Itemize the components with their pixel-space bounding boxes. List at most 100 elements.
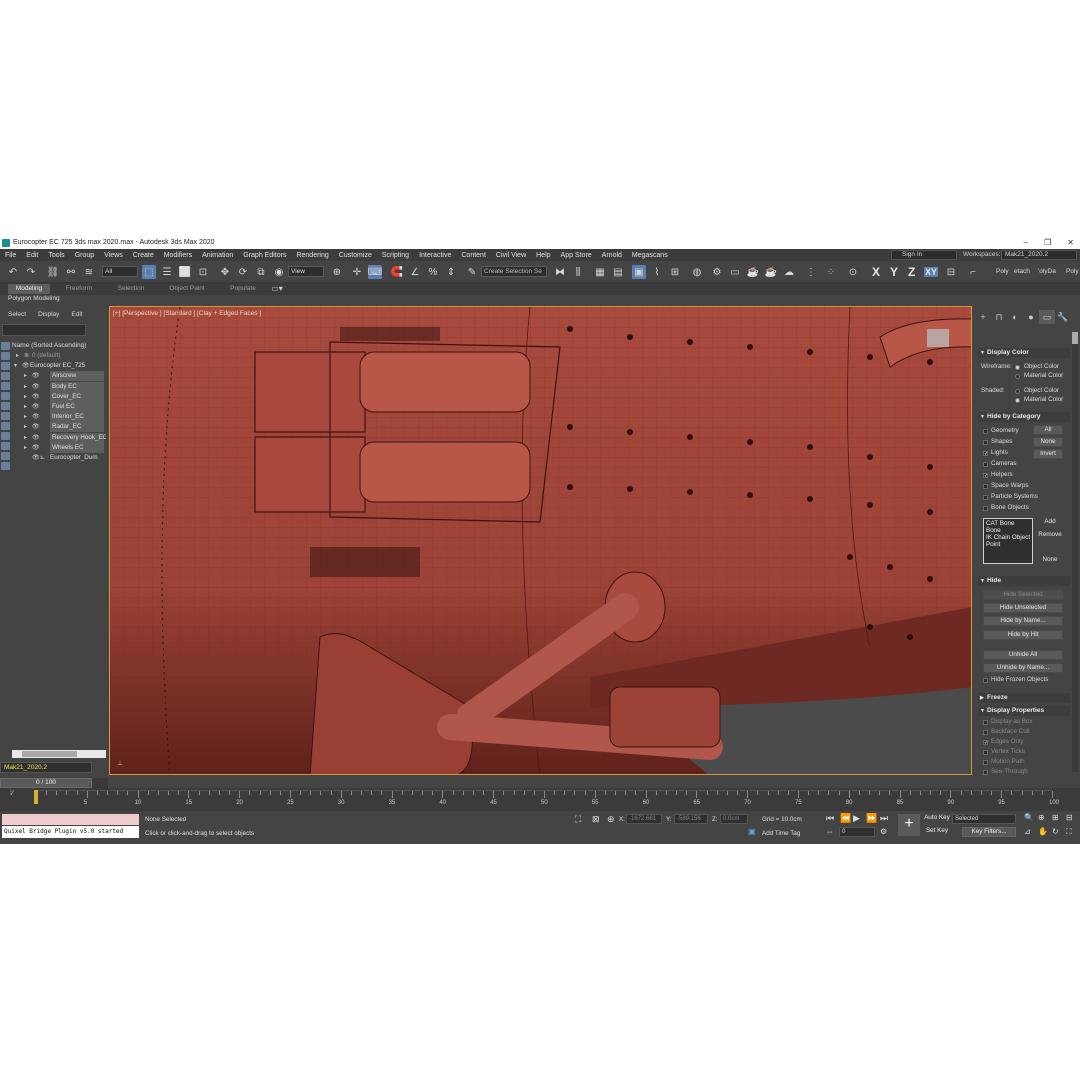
shaded-object-color-radio[interactable] [1015, 389, 1020, 394]
eye-icon[interactable]: 👁 [32, 382, 40, 392]
menu-civil-view[interactable]: Civil View [491, 252, 531, 259]
shaded-material-color-radio[interactable] [1015, 398, 1020, 403]
tab-freeform[interactable]: Freeform [58, 284, 100, 294]
unlink-icon[interactable]: ⚯ [64, 265, 78, 279]
tab-selection[interactable]: Selection [110, 284, 152, 294]
geometry-checkbox[interactable] [983, 429, 988, 434]
selection-filter-dropdown[interactable]: All [102, 266, 138, 277]
select-scale-icon[interactable]: ⧉ [254, 265, 268, 279]
display-lights-icon[interactable] [1, 372, 10, 380]
zoom-extents-all-icon[interactable]: ⊟ [1066, 813, 1073, 822]
previous-frame-icon[interactable]: ⏪ [840, 813, 851, 824]
explorer-menu-select[interactable]: Select [0, 311, 30, 321]
play-icon[interactable]: ▶ [853, 813, 860, 824]
menu-tools[interactable]: Tools [43, 252, 69, 259]
expand-icon[interactable]: ▸ [24, 382, 27, 392]
zoom-all-icon[interactable]: ⊕ [1038, 813, 1045, 822]
tree-row[interactable]: ▸ 👁 Body EC [12, 381, 106, 392]
viewport-label-menu[interactable]: [+] [Perspective ] [Standard ] [Clay + E… [113, 310, 261, 317]
curve-editor-icon[interactable]: ⌇ [650, 265, 664, 279]
go-to-end-icon[interactable]: ⏭ [880, 813, 888, 824]
toggle-ribbon-icon[interactable]: ▣ [632, 265, 646, 279]
toggle-scene-explorer-icon[interactable]: ▦ [593, 265, 607, 279]
sign-in-dropdown[interactable]: Sign In [891, 250, 957, 260]
lights-checkbox[interactable]: ✓ [983, 451, 988, 457]
display-bones-icon[interactable] [1, 432, 10, 440]
cameras-checkbox[interactable] [983, 462, 988, 467]
constrain-xy-button[interactable]: XY [924, 267, 939, 277]
tree-row[interactable]: ▸ 👁 Recovery Hook_EC [12, 432, 106, 443]
expand-icon[interactable]: ▸ [24, 412, 27, 422]
viewcube-icon[interactable] [927, 329, 949, 347]
minimize-button[interactable]: – [1024, 238, 1028, 247]
particle-systems-checkbox[interactable] [983, 495, 988, 500]
expand-icon[interactable]: ▸ [24, 443, 27, 453]
unhide-by-name-button[interactable]: Unhide by Name... [983, 663, 1063, 673]
display-as-box-checkbox[interactable] [983, 720, 988, 725]
orbit-icon[interactable]: ↻ [1052, 827, 1059, 836]
hierarchy-panel-tab[interactable]: ◐ [1007, 310, 1023, 324]
backface-cull-checkbox[interactable] [983, 730, 988, 735]
ribbon-options-icon[interactable]: ▭▾ [270, 281, 284, 295]
tree-row[interactable]: ▸ ≋ 0 (default) [12, 351, 106, 361]
edges-only-checkbox[interactable]: ✓ [983, 740, 988, 746]
key-filters-button[interactable]: Key Filters... [962, 827, 1016, 837]
key-selection-dropdown[interactable]: Selected [952, 814, 1016, 824]
eye-icon[interactable]: 👁 [32, 453, 40, 463]
zoom-extents-icon[interactable]: ⊞ [1052, 813, 1059, 822]
auto-key-button[interactable]: Auto Key [924, 814, 950, 824]
constrain-z-button[interactable]: Z [908, 265, 915, 279]
eye-icon[interactable]: 👁 [32, 443, 40, 453]
list-item[interactable]: Point [986, 541, 1030, 548]
time-slider-thumb[interactable]: 0 / 100 [0, 778, 92, 788]
x-coord-field[interactable]: -1672.661 [626, 814, 662, 824]
link-icon[interactable]: ⛓ [46, 265, 60, 279]
time-tag-icon[interactable]: ▣ [748, 827, 756, 836]
constraint-options-icon[interactable]: ⊟ [944, 265, 958, 279]
rectangular-selection-icon[interactable]: ⬜ [178, 265, 192, 279]
helpers-checkbox[interactable]: ✓ [983, 473, 988, 479]
polydata-label[interactable]: 'olyDa [1038, 268, 1056, 275]
constrain-y-button[interactable]: Y [890, 265, 898, 279]
display-hidden-icon[interactable] [1, 462, 10, 470]
explorer-search-input[interactable] [2, 324, 86, 336]
menu-app-store[interactable]: App Store [556, 252, 597, 259]
eye-icon[interactable]: 👁 [32, 422, 40, 432]
display-frozen-icon[interactable] [1, 452, 10, 460]
schematic-view-icon[interactable]: ⊞ [668, 265, 682, 279]
material-editor-icon[interactable]: ◍ [690, 265, 704, 279]
eye-icon[interactable]: 👁 [32, 412, 40, 422]
pivot-center-icon[interactable]: ⊕ [330, 265, 344, 279]
eye-icon[interactable]: 👁 [22, 361, 30, 371]
menu-megascans[interactable]: Megascans [627, 252, 673, 259]
tab-populate[interactable]: Populate [222, 284, 264, 294]
menu-scripting[interactable]: Scripting [377, 252, 414, 259]
snaps-toggle-icon[interactable]: 🧲 [390, 265, 404, 279]
add-time-tag[interactable]: Add Time Tag [762, 830, 800, 837]
menu-animation[interactable]: Animation [197, 252, 238, 259]
layer-dropdown[interactable]: Mak21_2020.2 [0, 762, 92, 773]
place-icon[interactable]: ◉ [272, 265, 286, 279]
array-icon[interactable]: ⁘ [824, 265, 838, 279]
explorer-menu-edit[interactable]: Edit [63, 311, 86, 321]
category-add-button[interactable]: Add [1037, 518, 1063, 528]
display-space-warps-icon[interactable] [1, 402, 10, 410]
hide-unselected-button[interactable]: Hide Unselected [983, 603, 1063, 613]
polygon-modeling-label[interactable]: Polygon Modeling [8, 295, 60, 302]
render-iterative-icon[interactable]: ☕ [764, 265, 778, 279]
pan-view-icon[interactable]: ✋ [1038, 827, 1048, 836]
display-shapes-icon[interactable] [1, 362, 10, 370]
expand-icon[interactable]: ▸ [24, 392, 27, 402]
hide-selected-button[interactable]: Hide Selected [983, 590, 1063, 600]
menu-modifiers[interactable]: Modifiers [159, 252, 197, 259]
hide-by-hit-button[interactable]: Hide by Hit [983, 630, 1063, 640]
undo-icon[interactable]: ↶ [6, 265, 20, 279]
display-color-rollout[interactable]: ▼ Display Color [978, 348, 1070, 358]
expand-icon[interactable]: ▸ [24, 371, 27, 381]
menu-create[interactable]: Create [128, 252, 159, 259]
frame-ruler[interactable]: 5 10 15 20 25 30 35 40 45 50 55 60 65 70 75 80 85 90 95 100 [36, 790, 1059, 810]
menu-group[interactable]: Group [70, 252, 99, 259]
tree-row[interactable]: ▸ 👁 Airscrew [12, 371, 106, 382]
named-selection-sets-dropdown[interactable]: Create Selection Se [481, 266, 547, 277]
unhide-all-button[interactable]: Unhide All [983, 650, 1063, 660]
